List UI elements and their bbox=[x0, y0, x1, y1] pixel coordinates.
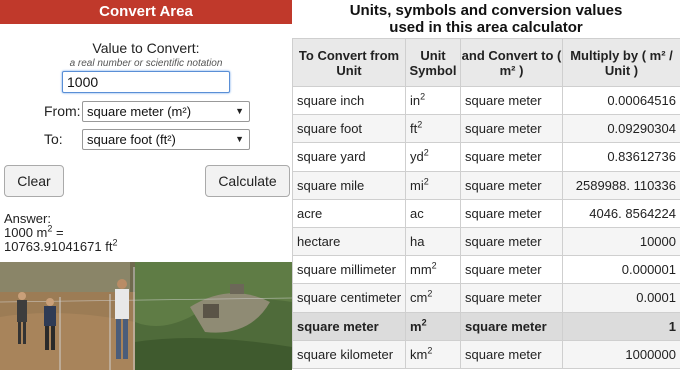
cell-convert-to: square meter bbox=[460, 85, 563, 116]
conversion-table: To Convert from Unit Unit Symbol and Con… bbox=[292, 38, 680, 369]
cell-factor: 0.09290304 bbox=[562, 114, 680, 144]
cell-convert-to: square meter bbox=[460, 255, 563, 285]
cell-symbol: ac bbox=[405, 198, 461, 228]
table-header-row: To Convert from Unit Unit Symbol and Con… bbox=[292, 38, 680, 87]
cell-factor: 0.00064516 bbox=[562, 85, 680, 116]
cell-factor: 0.0001 bbox=[562, 283, 680, 313]
cell-convert-to: square meter bbox=[460, 114, 563, 144]
table-row: square kilometer km2 square meter 1000000 bbox=[292, 339, 680, 369]
table-row: square yard yd2 square meter 0.83612736 bbox=[292, 142, 680, 172]
cell-factor: 0.000001 bbox=[562, 255, 680, 285]
cell-unit: square kilometer bbox=[292, 339, 406, 369]
cell-convert-to: square meter bbox=[460, 283, 563, 313]
cell-factor: 1 bbox=[562, 311, 680, 341]
cell-unit: hectare bbox=[292, 226, 406, 257]
table-title-line2: used in this area calculator bbox=[389, 19, 583, 36]
value-label: Value to Convert: bbox=[92, 40, 200, 56]
answer-output: Answer: 1000 m2 = 10763.91041671 ft2 bbox=[4, 212, 117, 254]
clear-button[interactable]: Clear bbox=[4, 165, 64, 197]
from-unit-value: square meter (m²) bbox=[87, 104, 192, 119]
table-row: square inch in2 square meter 0.00064516 bbox=[292, 85, 680, 116]
surveyors-photo-image bbox=[0, 262, 292, 370]
cell-unit: acre bbox=[292, 198, 406, 228]
cell-factor: 0.83612736 bbox=[562, 142, 680, 172]
to-label: To: bbox=[44, 131, 63, 147]
cell-factor: 1000000 bbox=[562, 339, 680, 369]
cell-factor: 4046. 8564224 bbox=[562, 198, 680, 228]
cell-symbol: yd2 bbox=[405, 142, 461, 172]
cell-symbol: m2 bbox=[405, 311, 461, 341]
cell-symbol: ft2 bbox=[405, 114, 461, 144]
converter-title: Convert Area bbox=[0, 0, 292, 24]
cell-factor: 2589988. 110336 bbox=[562, 170, 680, 200]
table-title-line1: Units, symbols and conversion values bbox=[349, 2, 623, 19]
cell-factor: 10000 bbox=[562, 226, 680, 257]
table-row: hectare ha square meter 10000 bbox=[292, 226, 680, 257]
table-title: Units, symbols and conversion values use… bbox=[292, 2, 680, 36]
cell-symbol: ha bbox=[405, 226, 461, 257]
cell-unit: square yard bbox=[292, 142, 406, 172]
header-from-unit: To Convert from Unit bbox=[292, 38, 406, 87]
cell-unit: square centimeter bbox=[292, 283, 406, 313]
cell-unit: square foot bbox=[292, 114, 406, 144]
to-unit-select[interactable]: square foot (ft²) ▼ bbox=[82, 129, 250, 150]
conversion-table-panel: Units, symbols and conversion values use… bbox=[292, 0, 680, 370]
cell-unit: square meter bbox=[292, 311, 406, 341]
table-row: square centimeter cm2 square meter 0.0001 bbox=[292, 283, 680, 313]
value-input[interactable] bbox=[62, 71, 230, 93]
cell-convert-to: square meter bbox=[460, 311, 563, 341]
surveyors-photo bbox=[0, 262, 292, 370]
table-row: acre ac square meter 4046. 8564224 bbox=[292, 198, 680, 228]
header-convert-to: and Convert to ( m² ) bbox=[460, 38, 563, 87]
cell-unit: square inch bbox=[292, 85, 406, 116]
cell-symbol: mm2 bbox=[405, 255, 461, 285]
chevron-down-icon: ▼ bbox=[235, 134, 244, 144]
cell-symbol: in2 bbox=[405, 85, 461, 116]
cell-unit: square mile bbox=[292, 170, 406, 200]
chevron-down-icon: ▼ bbox=[235, 106, 244, 116]
area-converter-panel: Convert Area Value to Convert: a real nu… bbox=[0, 0, 292, 370]
table-row: square foot ft2 square meter 0.09290304 bbox=[292, 114, 680, 144]
cell-convert-to: square meter bbox=[460, 226, 563, 257]
cell-symbol: mi2 bbox=[405, 170, 461, 200]
header-unit-symbol: Unit Symbol bbox=[405, 38, 461, 87]
from-label: From: bbox=[44, 103, 81, 119]
table-row: square millimeter mm2 square meter 0.000001 bbox=[292, 255, 680, 285]
cell-convert-to: square meter bbox=[460, 142, 563, 172]
answer-input-line: 1000 m2 = bbox=[4, 223, 64, 240]
cell-symbol: cm2 bbox=[405, 283, 461, 313]
header-multiply-by: Multiply by ( m² / Unit ) bbox=[562, 38, 680, 87]
cell-unit: square millimeter bbox=[292, 255, 406, 285]
cell-symbol: km2 bbox=[405, 339, 461, 369]
cell-convert-to: square meter bbox=[460, 170, 563, 200]
cell-convert-to: square meter bbox=[460, 198, 563, 228]
value-hint: a real number or scientific notation bbox=[69, 58, 223, 69]
answer-result: 10763.91041671 ft2 bbox=[4, 237, 118, 254]
table-row: square mile mi2 square meter 2589988. 11033… bbox=[292, 170, 680, 200]
to-unit-value: square foot (ft²) bbox=[87, 132, 176, 147]
cell-convert-to: square meter bbox=[460, 339, 563, 369]
table-row: square meter m2 square meter 1 bbox=[292, 311, 680, 341]
calculate-button[interactable]: Calculate bbox=[205, 165, 290, 197]
answer-label: Answer: bbox=[4, 211, 51, 226]
from-unit-select[interactable]: square meter (m²) ▼ bbox=[82, 101, 250, 122]
